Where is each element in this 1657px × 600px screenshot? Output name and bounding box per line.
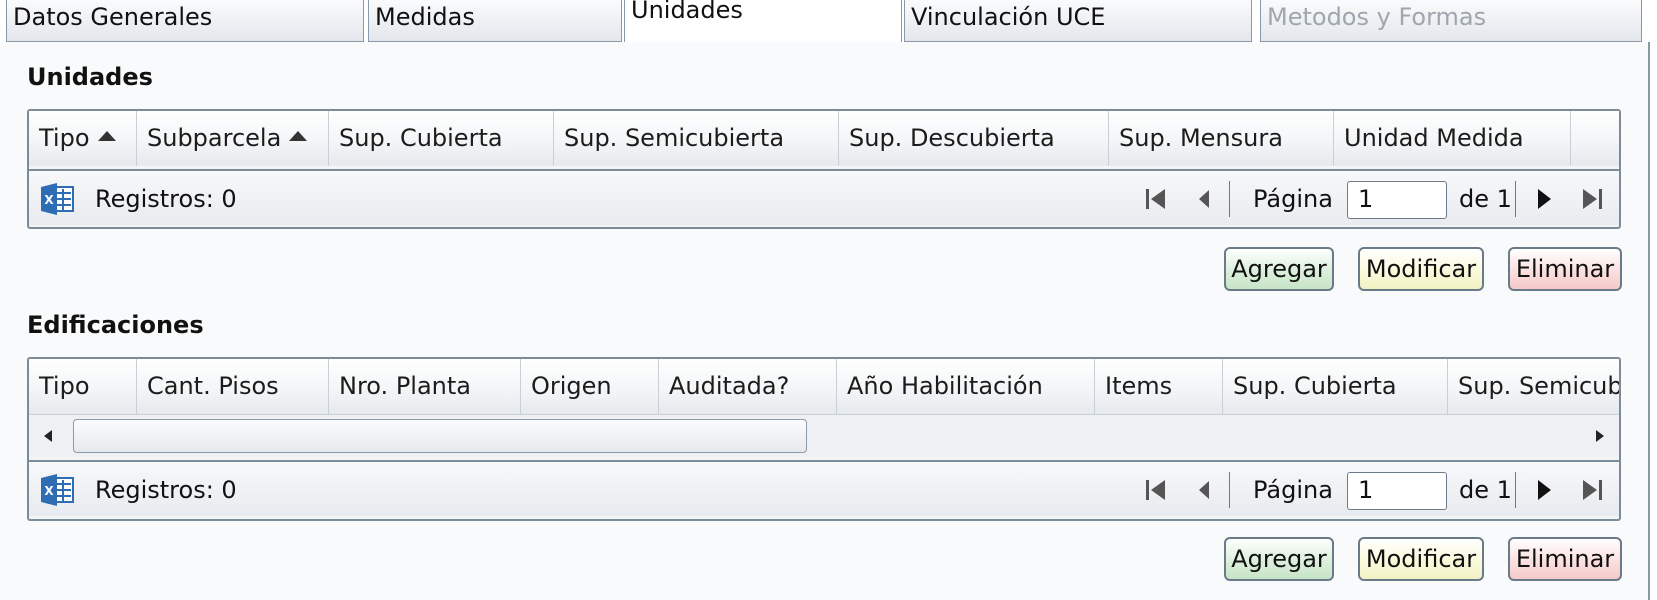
column-header-unidad-medida[interactable]: Unidad Medida bbox=[1334, 111, 1571, 166]
column-header-items[interactable]: Items bbox=[1095, 359, 1223, 414]
last-page-icon[interactable] bbox=[1579, 185, 1605, 213]
column-header-tipo[interactable]: Tipo bbox=[29, 359, 137, 414]
last-page-icon[interactable] bbox=[1579, 476, 1605, 504]
excel-export-icon[interactable]: X bbox=[41, 474, 75, 506]
tab-metodos-y-formas: Metodos y Formas bbox=[1260, 0, 1642, 42]
page-total-label: de 1 bbox=[1459, 476, 1512, 504]
column-header-sup-descubierta[interactable]: Sup. Descubierta bbox=[839, 111, 1109, 166]
sort-ascending-icon bbox=[289, 131, 308, 141]
sort-ascending-icon bbox=[97, 131, 116, 141]
edificaciones-delete-button[interactable]: Eliminar bbox=[1508, 537, 1622, 581]
column-header-origen[interactable]: Origen bbox=[521, 359, 659, 414]
edificaciones-title: Edificaciones bbox=[27, 311, 204, 339]
edificaciones-pager: X Registros: 0 Página 1 de 1 bbox=[29, 460, 1619, 516]
edificaciones-grid: Tipo Cant. Pisos Nro. Planta Origen Audi… bbox=[27, 357, 1621, 521]
scroll-left-icon[interactable] bbox=[39, 427, 57, 445]
column-header-label: Subparcela bbox=[147, 124, 282, 152]
column-header-sup-mensura[interactable]: Sup. Mensura bbox=[1109, 111, 1334, 166]
column-header-auditada[interactable]: Auditada? bbox=[659, 359, 837, 414]
pager-separator bbox=[1229, 181, 1230, 217]
page-total-label: de 1 bbox=[1459, 185, 1512, 213]
column-header-sup-cubierta[interactable]: Sup. Cubierta bbox=[329, 111, 554, 166]
next-page-icon[interactable] bbox=[1531, 185, 1557, 213]
first-page-icon[interactable] bbox=[1143, 185, 1169, 213]
first-page-icon[interactable] bbox=[1143, 476, 1169, 504]
column-header-nro-planta[interactable]: Nro. Planta bbox=[329, 359, 521, 414]
unidades-delete-button[interactable]: Eliminar bbox=[1508, 247, 1622, 291]
tab-vinculacion-uce[interactable]: Vinculación UCE bbox=[904, 0, 1252, 42]
pager-separator bbox=[1515, 472, 1516, 508]
tab-unidades[interactable]: Unidades bbox=[624, 0, 902, 44]
tab-datos-generales[interactable]: Datos Generales bbox=[6, 0, 364, 42]
column-header-label: Tipo bbox=[39, 124, 90, 152]
tab-bar: Datos Generales Medidas Unidades Vincula… bbox=[0, 0, 1657, 44]
edificaciones-add-button[interactable]: Agregar bbox=[1224, 537, 1334, 581]
horizontal-scrollbar[interactable] bbox=[29, 414, 1619, 457]
column-header-ano-habilitacion[interactable]: Año Habilitación bbox=[837, 359, 1095, 414]
column-header-filler bbox=[1571, 111, 1619, 166]
page-label: Página bbox=[1253, 185, 1333, 213]
column-header-subparcela[interactable]: Subparcela bbox=[137, 111, 329, 166]
unidades-add-button[interactable]: Agregar bbox=[1224, 247, 1334, 291]
column-header-tipo[interactable]: Tipo bbox=[29, 111, 137, 166]
edificaciones-edit-button[interactable]: Modificar bbox=[1358, 537, 1484, 581]
column-header-cant-pisos[interactable]: Cant. Pisos bbox=[137, 359, 329, 414]
next-page-icon[interactable] bbox=[1531, 476, 1557, 504]
unidades-title: Unidades bbox=[27, 63, 153, 91]
records-count: Registros: 0 bbox=[95, 476, 237, 504]
excel-export-icon[interactable]: X bbox=[41, 183, 75, 215]
unidades-edit-button[interactable]: Modificar bbox=[1358, 247, 1484, 291]
column-header-sup-semicubierta[interactable]: Sup. Semicubi bbox=[1448, 359, 1619, 414]
prev-page-icon[interactable] bbox=[1191, 476, 1217, 504]
records-count: Registros: 0 bbox=[95, 185, 237, 213]
pager-separator bbox=[1229, 472, 1230, 508]
unidades-grid: Tipo Subparcela Sup. Cubierta Sup. Semic… bbox=[27, 109, 1621, 229]
unidades-pager: X Registros: 0 Página 1 de 1 bbox=[29, 169, 1619, 225]
page-label: Página bbox=[1253, 476, 1333, 504]
tab-medidas[interactable]: Medidas bbox=[368, 0, 622, 42]
column-header-sup-semicubierta[interactable]: Sup. Semicubierta bbox=[554, 111, 839, 166]
prev-page-icon[interactable] bbox=[1191, 185, 1217, 213]
pager-separator bbox=[1515, 181, 1516, 217]
page-number-input[interactable]: 1 bbox=[1347, 472, 1447, 510]
scroll-thumb[interactable] bbox=[73, 419, 807, 453]
svg-text:X: X bbox=[44, 484, 54, 498]
column-header-sup-cubierta[interactable]: Sup. Cubierta bbox=[1223, 359, 1448, 414]
svg-text:X: X bbox=[44, 193, 54, 207]
page-number-input[interactable]: 1 bbox=[1347, 181, 1447, 219]
scroll-right-icon[interactable] bbox=[1591, 427, 1609, 445]
